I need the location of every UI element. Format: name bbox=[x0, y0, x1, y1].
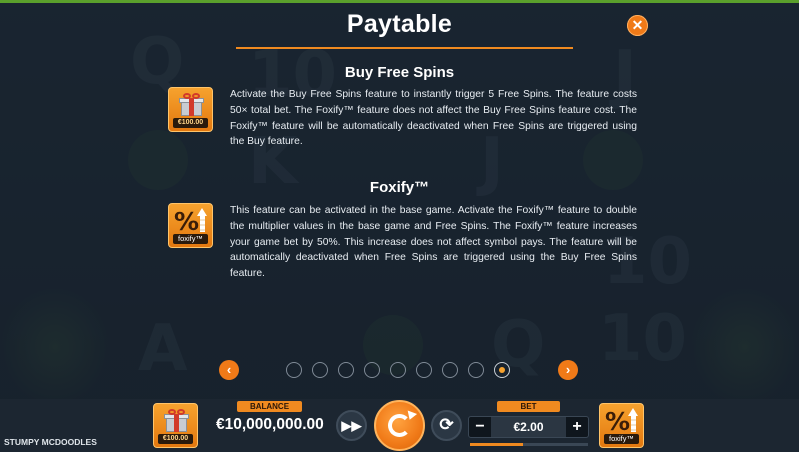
page-dot[interactable] bbox=[312, 362, 328, 378]
bet-level-fill bbox=[470, 443, 524, 446]
balance-value: €10,000,000.00 bbox=[216, 416, 324, 433]
percent-glyph: % bbox=[605, 407, 631, 436]
foxify-icon: % foxify™ bbox=[168, 203, 213, 248]
turbo-button[interactable]: ▶▶ bbox=[336, 410, 367, 441]
balance-label: BALANCE bbox=[237, 401, 302, 412]
bet-decrease-button[interactable]: − bbox=[469, 417, 491, 437]
autoplay-button[interactable]: ⟳ bbox=[431, 410, 462, 441]
bet-level-bar bbox=[470, 443, 588, 446]
page-dot[interactable] bbox=[390, 362, 406, 378]
page-dot[interactable] bbox=[468, 362, 484, 378]
percent-glyph: % bbox=[174, 207, 200, 236]
foxify-toggle-button[interactable]: % foxify™ bbox=[599, 403, 644, 448]
page-dot[interactable] bbox=[338, 362, 354, 378]
bet-label: BET bbox=[497, 401, 560, 412]
paytable-overlay bbox=[0, 3, 799, 399]
bet-value: €2.00 bbox=[491, 417, 566, 437]
game-name: STUMPY MCDOODLES bbox=[4, 437, 97, 447]
up-arrow-icon bbox=[628, 408, 639, 432]
page-dot[interactable] bbox=[416, 362, 432, 378]
close-icon: ✕ bbox=[631, 17, 644, 33]
foxify-caption: foxify™ bbox=[604, 434, 639, 444]
paytable-title: Paytable bbox=[346, 10, 453, 38]
spin-button[interactable] bbox=[374, 400, 425, 451]
page-dot[interactable] bbox=[494, 362, 510, 378]
title-divider bbox=[236, 47, 573, 49]
gift-icon: €100.00 bbox=[168, 87, 213, 132]
bet-increase-button[interactable]: + bbox=[566, 417, 588, 437]
page-dot[interactable] bbox=[442, 362, 458, 378]
buy-price-tag: €100.00 bbox=[173, 118, 208, 128]
chevron-left-icon: ‹ bbox=[226, 362, 232, 377]
close-button[interactable]: ✕ bbox=[627, 15, 648, 36]
section-title-foxify: Foxify™ bbox=[369, 179, 430, 196]
section-text-buy-free-spins: Activate the Buy Free Spins feature to i… bbox=[230, 89, 637, 148]
fast-forward-icon: ▶▶ bbox=[341, 418, 362, 433]
up-arrow-icon bbox=[197, 208, 208, 232]
prev-page-button[interactable]: ‹ bbox=[219, 360, 239, 380]
section-text-foxify: This feature can be activated in the bas… bbox=[230, 205, 637, 280]
page-dot[interactable] bbox=[364, 362, 380, 378]
page-dot[interactable] bbox=[286, 362, 302, 378]
bet-stepper: − €2.00 + bbox=[468, 416, 589, 438]
foxify-caption: foxify™ bbox=[173, 234, 208, 244]
buy-price-tag: €100.00 bbox=[158, 434, 193, 444]
next-page-button[interactable]: › bbox=[558, 360, 578, 380]
chevron-right-icon: › bbox=[565, 362, 571, 377]
section-title-buy-free-spins: Buy Free Spins bbox=[344, 64, 455, 81]
gift-icon bbox=[164, 409, 189, 432]
autoplay-icon: ⟳ bbox=[439, 415, 454, 434]
buy-free-spins-button[interactable]: €100.00 bbox=[153, 403, 198, 448]
